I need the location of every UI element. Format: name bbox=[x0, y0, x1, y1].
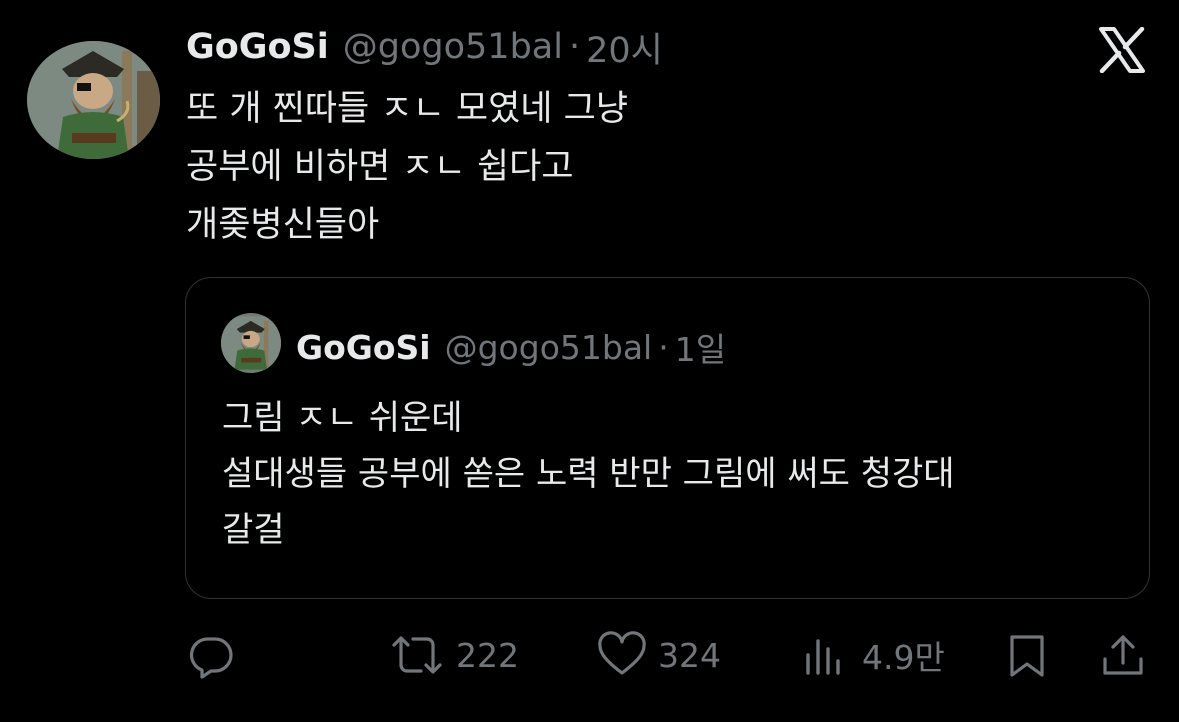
tweet-line: 또 개 찐따들 ㅈㄴ 모였네 그냥 bbox=[186, 89, 629, 129]
user-handle[interactable]: @gogo51bal bbox=[343, 27, 563, 67]
heart-icon bbox=[598, 631, 646, 675]
views-count: 4.9만 bbox=[862, 638, 945, 677]
tweet-line: 공부에 비하면 ㅈㄴ 쉽다고 bbox=[186, 147, 574, 187]
retweet-icon bbox=[392, 636, 442, 674]
reply-button[interactable] bbox=[187, 620, 235, 690]
separator-dot: · bbox=[568, 27, 581, 67]
retweet-count: 222 bbox=[456, 635, 519, 675]
reply-icon bbox=[189, 637, 233, 679]
display-name[interactable]: GoGoSi bbox=[186, 27, 329, 67]
share-button[interactable] bbox=[1099, 620, 1147, 690]
quoted-display-name[interactable]: GoGoSi bbox=[296, 328, 431, 367]
x-logo-icon bbox=[1097, 26, 1147, 74]
action-bar: 222 324 4.9만 bbox=[0, 620, 1179, 690]
quoted-timestamp[interactable]: 1일 bbox=[675, 323, 726, 371]
like-button[interactable]: 324 bbox=[596, 620, 721, 690]
separator-dot: · bbox=[658, 327, 669, 367]
avatar[interactable] bbox=[27, 41, 160, 159]
quoted-tweet-header: GoGoSi @gogo51bal · 1일 bbox=[296, 322, 726, 372]
quoted-tweet-text: 그림 ㅈㄴ 쉬운데 설대생들 공부에 쏟은 노력 반만 그림에 써도 청강대 갈… bbox=[222, 390, 955, 558]
tweet-header: GoGoSi @gogo51bal · 20시 bbox=[186, 22, 663, 72]
pirate-avatar-image bbox=[221, 316, 281, 370]
quoted-avatar[interactable] bbox=[221, 313, 281, 373]
quoted-tweet-line: 그림 ㅈㄴ 쉬운데 bbox=[222, 398, 463, 438]
timestamp[interactable]: 20시 bbox=[586, 22, 663, 73]
views-button[interactable]: 4.9만 bbox=[802, 620, 945, 690]
quoted-tweet-line: 설대생들 공부에 쏟은 노력 반만 그림에 써도 청강대 bbox=[222, 454, 955, 494]
quoted-tweet-line: 갈걸 bbox=[222, 510, 285, 550]
share-icon bbox=[1103, 635, 1143, 675]
like-count: 324 bbox=[658, 635, 721, 675]
tweet-line: 개좆병신들아 bbox=[186, 205, 380, 245]
bookmark-button[interactable] bbox=[1006, 620, 1048, 690]
tweet-text: 또 개 찐따들 ㅈㄴ 모였네 그냥 공부에 비하면 ㅈㄴ 쉽다고 개좆병신들아 bbox=[186, 80, 628, 254]
retweet-button[interactable]: 222 bbox=[388, 620, 519, 690]
views-chart-icon bbox=[806, 639, 840, 675]
quoted-user-handle[interactable]: @gogo51bal bbox=[445, 328, 653, 367]
pirate-avatar-image bbox=[27, 41, 160, 159]
bookmark-icon bbox=[1010, 635, 1044, 677]
